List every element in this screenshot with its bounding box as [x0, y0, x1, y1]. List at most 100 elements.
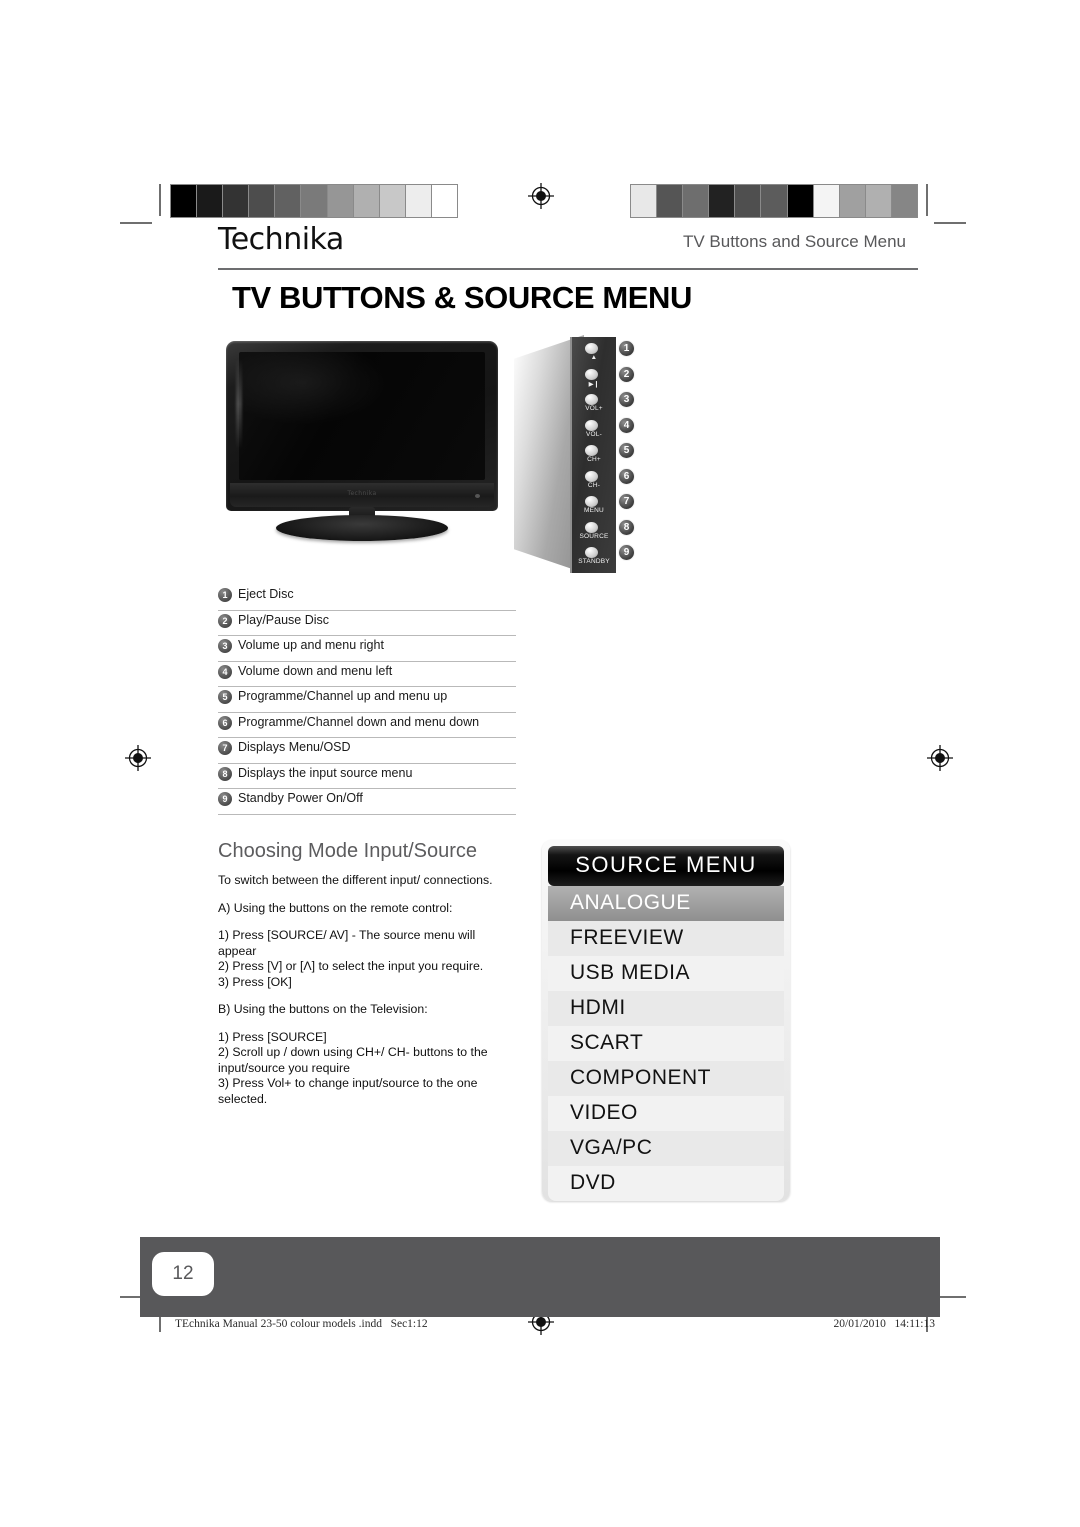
- footer-band: [140, 1237, 940, 1317]
- tv-button-2[interactable]: ▶❙: [572, 367, 616, 393]
- tv-button-dot-icon: [585, 419, 598, 431]
- callout-7: 7: [618, 493, 635, 510]
- page-header: Technika TV Buttons and Source Menu: [218, 222, 918, 270]
- tv-button-label: VOL+: [585, 405, 603, 412]
- legend-row: 9 Standby Power On/Off: [218, 789, 516, 815]
- source-menu-item-list: ANALOGUE FREEVIEW USB MEDIA HDMI SCART COMPON…: [548, 886, 784, 1201]
- page-number-badge: 12: [152, 1252, 214, 1296]
- document-page: Technika TV Buttons and Source Menu TV B…: [160, 160, 920, 1360]
- tv-bezel-bottom: Technika: [230, 483, 494, 507]
- source-menu-title: SOURCE MENU: [548, 846, 784, 886]
- choosing-intro-text: To switch between the different input/ c…: [218, 873, 493, 887]
- tv-button-label: CH+: [587, 456, 601, 463]
- tv-button-3[interactable]: VOL+: [572, 392, 616, 418]
- print-footer-timestamp: 20/01/2010 14:11:13: [833, 1318, 935, 1330]
- legend-row: 3 Volume up and menu right: [218, 636, 516, 662]
- tv-button-6[interactable]: CH-: [572, 469, 616, 495]
- legend-label: Eject Disc: [238, 587, 294, 601]
- legend-number-badge: 9: [218, 792, 232, 806]
- tv-button-7[interactable]: MENU: [572, 494, 616, 520]
- choosing-mode-section: Choosing Mode Input/Source To switch bet…: [218, 840, 504, 1107]
- crop-mark-top-right-horizontal: [934, 222, 966, 224]
- source-menu-item-scart[interactable]: SCART: [548, 1026, 784, 1061]
- legend-number-badge: 7: [218, 741, 232, 755]
- choosing-section-b-steps: 1) Press [SOURCE] 2) Scroll up / down us…: [218, 1029, 488, 1106]
- registration-target-left: [124, 744, 152, 772]
- tv-button-label: MENU: [584, 507, 604, 514]
- tv-brand-mark: Technika: [347, 490, 377, 497]
- tv-button-dot-icon: [585, 368, 598, 380]
- choosing-section-b-heading: B) Using the buttons on the Television:: [218, 1002, 428, 1016]
- technika-logo: Technika: [218, 222, 344, 257]
- tv-button-dot-icon: [585, 521, 598, 533]
- source-menu-item-dvd[interactable]: DVD: [548, 1166, 784, 1201]
- source-menu-item-usb-media[interactable]: USB MEDIA: [548, 956, 784, 991]
- source-menu-shell: SOURCE MENU ANALOGUE FREEVIEW USB MEDIA HDM…: [542, 840, 790, 1201]
- callout-9: 9: [618, 544, 635, 561]
- tv-screen: [239, 352, 485, 480]
- tv-button-label: ▶❙: [588, 380, 600, 388]
- callout-5: 5: [618, 442, 635, 459]
- tv-button-1[interactable]: ▲: [572, 341, 616, 367]
- legend-number-badge: 3: [218, 639, 232, 653]
- source-menu-screenshot: SOURCE MENU ANALOGUE FREEVIEW USB MEDIA HDM…: [542, 840, 790, 1201]
- tv-button-label: VOL-: [586, 430, 602, 438]
- legend-row: 8 Displays the input source menu: [218, 764, 516, 789]
- choosing-mode-heading: Choosing Mode Input/Source: [218, 840, 478, 862]
- source-menu-item-freeview[interactable]: FREEVIEW: [548, 921, 784, 956]
- tv-button-label: ▲: [590, 354, 598, 361]
- legend-row: 4 Volume down and menu left: [218, 662, 516, 687]
- legend-number-badge: 8: [218, 766, 232, 781]
- tv-body: Technika: [226, 341, 498, 511]
- legend-row: 5 Programme/Channel up and menu up: [218, 687, 516, 713]
- legend-row: 2 Play/Pause Disc: [218, 611, 516, 636]
- tv-button-dot-icon: [585, 547, 598, 558]
- tv-button-dot-icon: [585, 394, 598, 405]
- legend-row: 1 Eject Disc: [218, 585, 516, 611]
- crop-mark-top-left-horizontal: [120, 222, 152, 224]
- legend-label: Programme/Channel up and menu up: [238, 689, 448, 703]
- legend-label: Volume up and menu right: [238, 638, 384, 652]
- tv-side-button-strip: ▲ ▶❙ VOL+ VOL- CH+ CH- MENU SOURCE STANDBY: [570, 337, 616, 573]
- legend-number-badge: 5: [218, 690, 232, 704]
- legend-label: Volume down and menu left: [238, 663, 393, 678]
- source-menu-item-hdmi[interactable]: HDMI: [548, 991, 784, 1026]
- source-menu-item-analogue[interactable]: ANALOGUE: [548, 886, 784, 921]
- legend-label: Displays Menu/OSD: [238, 740, 351, 754]
- choosing-section-a-steps: 1) Press [SOURCE/ AV] - The source menu …: [218, 928, 484, 989]
- tv-button-8[interactable]: SOURCE: [572, 520, 616, 546]
- legend-label: Programme/Channel down and menu down: [238, 714, 480, 729]
- legend-number-badge: 1: [218, 588, 232, 602]
- tv-button-4[interactable]: VOL-: [572, 418, 616, 444]
- callout-2: 2: [618, 365, 635, 383]
- tv-button-9[interactable]: STANDBY: [572, 545, 616, 571]
- tv-button-5[interactable]: CH+: [572, 443, 616, 469]
- tv-button-dot-icon: [585, 445, 598, 456]
- tv-button-label: SOURCE: [579, 532, 609, 540]
- source-menu-item-video[interactable]: VIDEO: [548, 1096, 784, 1131]
- tv-illustration: Technika ▲ ▶❙ VOL+ VOL- CH+ CH- MENU SOURCE STAN…: [218, 335, 658, 575]
- header-divider: [218, 268, 918, 270]
- power-led-icon: [475, 494, 480, 498]
- legend-label: Play/Pause Disc: [238, 612, 330, 627]
- tv-button-dot-icon: [585, 470, 598, 482]
- callout-3: 3: [618, 391, 635, 408]
- source-menu-item-component[interactable]: COMPONENT: [548, 1061, 784, 1096]
- choosing-section-a-heading: A) Using the buttons on the remote contr…: [218, 900, 453, 915]
- page-title: TV BUTTONS & SOURCE MENU: [232, 280, 693, 315]
- legend-row: 7 Displays Menu/OSD: [218, 738, 516, 764]
- crop-mark-top-right-vertical: [926, 184, 928, 216]
- legend-row: 6 Programme/Channel down and menu down: [218, 713, 516, 738]
- print-footer-file-info: TEchnika Manual 23-50 colour models .ind…: [175, 1318, 428, 1330]
- tv-button-label: CH-: [587, 481, 601, 489]
- tv-button-dot-icon: [585, 343, 598, 354]
- tv-button-dot-icon: [585, 496, 598, 507]
- legend-label: Standby Power On/Off: [238, 791, 363, 805]
- button-legend-list: 1 Eject Disc 2 Play/Pause Disc 3 Volume up an…: [218, 585, 516, 815]
- legend-label: Displays the input source menu: [238, 765, 413, 780]
- source-menu-item-vga-pc[interactable]: VGA/PC: [548, 1131, 784, 1166]
- legend-number-badge: 6: [218, 715, 232, 730]
- callout-1: 1: [618, 340, 635, 357]
- callout-6: 6: [618, 467, 635, 485]
- callout-4: 4: [618, 416, 635, 434]
